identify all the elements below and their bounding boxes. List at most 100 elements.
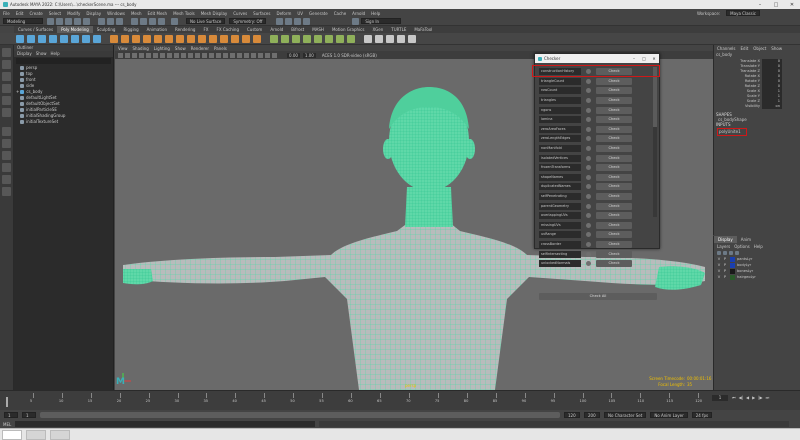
menu-modify[interactable]: Modify: [67, 11, 80, 16]
xray-icon[interactable]: [265, 52, 270, 58]
move-layer-up-icon[interactable]: [717, 250, 721, 255]
menu-mesh[interactable]: Mesh: [131, 11, 142, 16]
playback-start-field[interactable]: 1: [22, 412, 36, 418]
step-back-icon[interactable]: ◀|: [739, 395, 743, 400]
layer-menu-layers[interactable]: Layers: [717, 244, 730, 249]
save-scene-icon[interactable]: [65, 17, 72, 25]
menu-file[interactable]: File: [3, 11, 10, 16]
film-gate-icon[interactable]: [153, 52, 158, 58]
check-button[interactable]: Check: [596, 135, 632, 143]
lasso-tool-icon[interactable]: [2, 60, 11, 69]
persp-graph-layout-icon[interactable]: [2, 163, 11, 172]
cb-object-name[interactable]: cs_body: [714, 52, 800, 59]
platonic-solid-icon[interactable]: [93, 34, 101, 43]
layer-playback-toggle[interactable]: P: [722, 257, 728, 261]
ipr-render-icon[interactable]: [294, 17, 302, 25]
offset-edge-loop-icon[interactable]: [314, 34, 322, 43]
menu-windows[interactable]: Windows: [107, 11, 125, 16]
planar-map-icon[interactable]: [375, 34, 383, 43]
taskbar-app-button[interactable]: [50, 429, 70, 440]
uv-layout-icon[interactable]: [2, 187, 11, 196]
check-button[interactable]: Check: [596, 183, 632, 191]
layer-color-swatch[interactable]: [730, 268, 735, 274]
shelf-tab-xgen[interactable]: XGen: [368, 26, 387, 33]
shelf-tab-rigging[interactable]: Rigging: [119, 26, 142, 33]
menu-arnold[interactable]: Arnold: [352, 11, 365, 16]
viewport-menu-show[interactable]: Show: [175, 46, 186, 51]
layout-uv-icon[interactable]: [408, 34, 416, 43]
isolate-select-icon[interactable]: [258, 52, 263, 58]
target-weld-icon[interactable]: [281, 34, 289, 43]
shelf-tab-sculpting[interactable]: Sculpting: [93, 26, 120, 33]
menu-mesh-display[interactable]: Mesh Display: [201, 11, 228, 16]
smooth-icon[interactable]: [132, 34, 140, 43]
layer-menu-options[interactable]: Options: [734, 244, 749, 249]
snap-plane-icon[interactable]: [158, 17, 165, 25]
menu-deform[interactable]: Deform: [276, 11, 291, 16]
gate-mask-icon[interactable]: [167, 52, 172, 58]
minimize-button[interactable]: –: [752, 2, 768, 8]
check-button[interactable]: Check: [596, 212, 632, 220]
textured-icon[interactable]: [209, 52, 214, 58]
symmetry-dropdown[interactable]: Symmetry: Off: [229, 18, 267, 24]
menu-generate[interactable]: Generate: [309, 11, 328, 16]
current-time-marker[interactable]: [6, 397, 8, 407]
command-input[interactable]: [15, 421, 316, 427]
checker-maximize-button[interactable]: □: [639, 56, 649, 61]
shelf-tab-bifrost[interactable]: Bifrost: [287, 26, 308, 33]
anim-layer-dropdown[interactable]: No Anim Layer: [650, 412, 688, 418]
check-button[interactable]: Check: [596, 87, 632, 95]
xray-joints-icon[interactable]: [272, 52, 277, 58]
poly-cylinder-icon[interactable]: [38, 34, 46, 43]
new-scene-icon[interactable]: [47, 17, 54, 25]
check-all-button[interactable]: Check All: [539, 293, 657, 300]
render-view-icon[interactable]: [276, 17, 284, 25]
character-set-dropdown[interactable]: No Character Set: [604, 412, 647, 418]
fill-hole-icon[interactable]: [198, 34, 206, 43]
layer-menu-help[interactable]: Help: [754, 244, 763, 249]
shelf-tab-curves-surfaces[interactable]: Curves / Surfaces: [14, 26, 57, 33]
wireframe-on-shaded-icon[interactable]: [202, 52, 207, 58]
checker-scrollbar[interactable]: [653, 67, 657, 217]
remesh-icon[interactable]: [220, 34, 228, 43]
menu-select[interactable]: Select: [49, 11, 61, 16]
menu-surfaces[interactable]: Surfaces: [253, 11, 270, 16]
cb-attribute-value[interactable]: on: [762, 104, 782, 109]
time-slider[interactable]: 5 10 15 20 25 30 35 40 45 50 55 60 65 70 75 80 85 90 95 100…: [0, 390, 800, 410]
check-button[interactable]: Check: [596, 240, 632, 248]
layer-color-swatch[interactable]: [730, 262, 735, 268]
viewport-menu-panels[interactable]: Panels: [214, 46, 227, 51]
slide-edge-icon[interactable]: [325, 34, 333, 43]
poly-cone-icon[interactable]: [49, 34, 57, 43]
tab-display[interactable]: Display: [714, 236, 737, 243]
four-view-layout-icon[interactable]: [2, 139, 11, 148]
render-frame-icon[interactable]: [285, 17, 293, 25]
bookmark-icon[interactable]: [132, 52, 137, 58]
move-layer-down-icon[interactable]: [723, 250, 727, 255]
color-space-label[interactable]: ACES 1.0 SDR-video (sRGB): [322, 53, 377, 58]
check-button[interactable]: Check: [596, 154, 632, 162]
fps-dropdown[interactable]: 24 fps: [691, 412, 713, 418]
menu-curves[interactable]: Curves: [233, 11, 247, 16]
layer-playback-toggle[interactable]: P: [722, 263, 728, 267]
check-button[interactable]: Check: [596, 202, 632, 210]
field-chart-icon[interactable]: [174, 52, 179, 58]
scale-tool-icon[interactable]: [2, 108, 11, 117]
poly-plane-icon[interactable]: [71, 34, 79, 43]
menu-edit-mesh[interactable]: Edit Mesh: [148, 11, 168, 16]
reduce-icon[interactable]: [209, 34, 217, 43]
grid-icon[interactable]: [146, 52, 151, 58]
viewport-menu-renderer[interactable]: Renderer: [191, 46, 209, 51]
single-perspective-layout-icon[interactable]: [2, 127, 11, 136]
undo-icon[interactable]: [74, 17, 81, 25]
retopo-icon[interactable]: [231, 34, 239, 43]
check-button[interactable]: Check: [596, 221, 632, 229]
select-tool-icon[interactable]: [2, 48, 11, 57]
playback-end-field[interactable]: 120: [564, 412, 580, 418]
image-plane-icon[interactable]: [139, 52, 144, 58]
outliner-menu-show[interactable]: Show: [36, 51, 47, 57]
play-forward-icon[interactable]: ▶: [752, 395, 755, 400]
combine-icon[interactable]: [110, 34, 118, 43]
paint-select-tool-icon[interactable]: [2, 72, 11, 81]
menu-cache[interactable]: Cache: [334, 11, 346, 16]
